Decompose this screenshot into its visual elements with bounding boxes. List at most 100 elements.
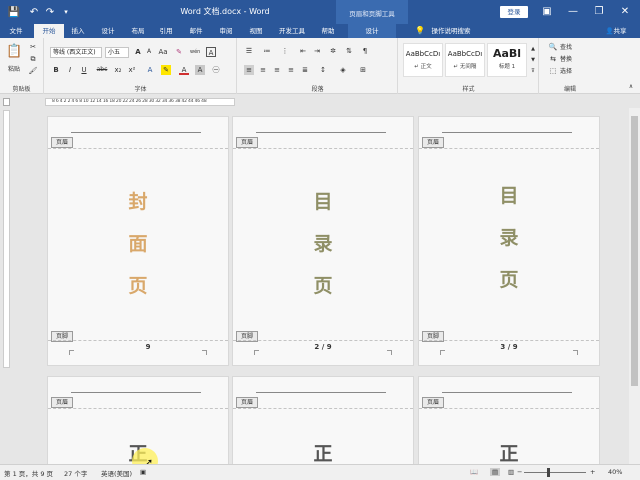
tab-home[interactable]: 开始: [34, 24, 64, 38]
style-heading-1[interactable]: AaBl 标题 1: [487, 43, 527, 77]
horizontal-ruler[interactable]: 8 6 4 2 2 4 6 8 10 12 14 16 18 20 22 24 …: [45, 98, 235, 106]
chinese-layout-icon[interactable]: ✲: [328, 46, 338, 56]
zoom-slider-thumb[interactable]: [547, 468, 550, 477]
tab-developer[interactable]: 开发工具: [272, 24, 312, 38]
paste-button[interactable]: 粘贴: [2, 64, 26, 75]
grow-font-icon[interactable]: A: [133, 47, 143, 57]
save-icon[interactable]: 💾: [6, 4, 22, 20]
show-marks-icon[interactable]: ¶: [360, 46, 370, 56]
web-layout-icon[interactable]: ▥: [508, 468, 514, 476]
copy-icon[interactable]: ⧉: [28, 54, 38, 64]
char-shading-icon[interactable]: A: [195, 65, 205, 75]
page-body-3[interactable]: 页眉 正: [418, 376, 600, 464]
login-button[interactable]: 登录: [500, 6, 528, 18]
styles-scroll-down-icon[interactable]: ▼: [528, 55, 538, 65]
undo-icon[interactable]: ↶: [26, 4, 42, 20]
header-tag[interactable]: 页眉: [51, 397, 73, 408]
superscript-button[interactable]: x²: [127, 65, 137, 75]
change-case-icon[interactable]: Aa: [158, 47, 168, 57]
tab-mailings[interactable]: 邮件: [184, 24, 208, 38]
collapse-ribbon-icon[interactable]: ∧: [626, 82, 636, 92]
page-toc-2[interactable]: 页眉 目 录 页 页脚 3 / 9: [418, 116, 600, 366]
phonetic-guide-icon[interactable]: wén: [190, 47, 200, 57]
format-painter-icon[interactable]: 🖌: [28, 66, 38, 76]
multilevel-list-icon[interactable]: ⋮: [280, 46, 290, 56]
paste-icon[interactable]: 📋: [6, 44, 22, 60]
styles-more-icon[interactable]: ⊽: [528, 66, 538, 76]
tab-selector[interactable]: [3, 98, 10, 106]
zoom-slider-track[interactable]: [524, 472, 586, 473]
tell-me-search[interactable]: 操作说明搜索: [426, 24, 476, 38]
align-center-icon[interactable]: ≡: [258, 65, 268, 75]
replace-button[interactable]: 替换: [560, 54, 582, 65]
shading-icon[interactable]: ◈: [338, 65, 348, 75]
header-tag[interactable]: 页眉: [422, 397, 444, 408]
decrease-indent-icon[interactable]: ⇤: [298, 46, 308, 56]
zoom-in-icon[interactable]: +: [590, 468, 595, 476]
zoom-out-icon[interactable]: −: [517, 468, 522, 476]
shrink-font-icon[interactable]: A: [144, 47, 154, 57]
cut-icon[interactable]: ✂: [28, 42, 38, 52]
tab-design[interactable]: 设计: [96, 24, 120, 38]
italic-button[interactable]: I: [65, 65, 75, 75]
vertical-ruler[interactable]: [3, 110, 10, 368]
minimize-button[interactable]: —: [562, 2, 584, 22]
align-right-icon[interactable]: ≡: [272, 65, 282, 75]
document-area[interactable]: 页眉 封 面 页 页脚 9 页眉 目 录 页 页脚 2 / 9 页眉 目 录 页…: [12, 108, 628, 464]
clear-format-icon[interactable]: ✎: [174, 47, 184, 57]
vertical-scrollbar[interactable]: [629, 108, 640, 464]
tab-file[interactable]: 文件: [0, 24, 32, 38]
styles-scroll-up-icon[interactable]: ▲: [528, 44, 538, 54]
page-count-status[interactable]: 第 1 页，共 9 页: [4, 468, 53, 478]
share-button[interactable]: 👤共享: [598, 24, 634, 38]
tab-references[interactable]: 引用: [154, 24, 178, 38]
distributed-icon[interactable]: ≣: [300, 65, 310, 75]
align-left-icon[interactable]: ≡: [244, 65, 254, 75]
restore-button[interactable]: ❐: [588, 2, 610, 22]
zoom-level[interactable]: 40%: [608, 468, 622, 476]
page-body-2[interactable]: 页眉 正: [232, 376, 414, 464]
bold-button[interactable]: B: [51, 65, 61, 75]
font-size-combo[interactable]: 小五: [105, 47, 129, 58]
page-cover[interactable]: 页眉 封 面 页 页脚 9: [47, 116, 229, 366]
enclose-char-icon[interactable]: ㊀: [211, 65, 221, 75]
highlight-icon[interactable]: ✎: [161, 65, 171, 75]
header-tag[interactable]: 页眉: [422, 137, 444, 148]
select-button[interactable]: 选择: [560, 66, 582, 77]
strikethrough-button[interactable]: abc: [95, 65, 109, 75]
close-button[interactable]: ✕: [614, 2, 636, 22]
underline-button[interactable]: U: [79, 65, 89, 75]
page-toc-1[interactable]: 页眉 目 录 页 页脚 2 / 9: [232, 116, 414, 366]
style-normal[interactable]: AaBbCcDı ↵ 正文: [403, 43, 443, 77]
char-border-icon[interactable]: A: [206, 47, 216, 57]
header-tag[interactable]: 页眉: [236, 137, 258, 148]
print-layout-icon[interactable]: ▤: [490, 468, 501, 476]
tab-layout[interactable]: 布局: [126, 24, 150, 38]
word-count-status[interactable]: 27 个字: [64, 468, 87, 478]
subscript-button[interactable]: x₂: [113, 65, 123, 75]
macro-record-icon[interactable]: ▣: [140, 468, 146, 476]
text-effects-icon[interactable]: A: [145, 65, 155, 75]
tab-header-footer-design[interactable]: 设计: [348, 24, 396, 38]
tab-view[interactable]: 视图: [244, 24, 268, 38]
line-spacing-icon[interactable]: ↕: [318, 65, 328, 75]
style-no-spacing[interactable]: AaBbCcDı ↵ 无间隔: [445, 43, 485, 77]
redo-icon[interactable]: ↷: [42, 4, 58, 20]
font-name-combo[interactable]: 等线 (西文正文): [50, 47, 102, 58]
bullets-icon[interactable]: ☰: [244, 46, 254, 56]
customize-toolbar-icon[interactable]: ▾: [58, 4, 74, 20]
increase-indent-icon[interactable]: ⇥: [312, 46, 322, 56]
tab-review[interactable]: 审阅: [214, 24, 238, 38]
borders-icon[interactable]: ⊞: [358, 65, 368, 75]
ribbon-display-icon[interactable]: ▣: [536, 2, 558, 22]
read-mode-icon[interactable]: 📖: [470, 468, 478, 476]
tab-insert[interactable]: 插入: [66, 24, 90, 38]
find-button[interactable]: 查找: [560, 42, 582, 53]
header-tag[interactable]: 页眉: [51, 137, 73, 148]
scrollbar-thumb[interactable]: [631, 116, 638, 386]
sort-icon[interactable]: ⇅: [344, 46, 354, 56]
justify-icon[interactable]: ≡: [286, 65, 296, 75]
header-tag[interactable]: 页眉: [236, 397, 258, 408]
numbering-icon[interactable]: ≔: [262, 46, 272, 56]
font-color-icon[interactable]: A: [179, 65, 189, 75]
